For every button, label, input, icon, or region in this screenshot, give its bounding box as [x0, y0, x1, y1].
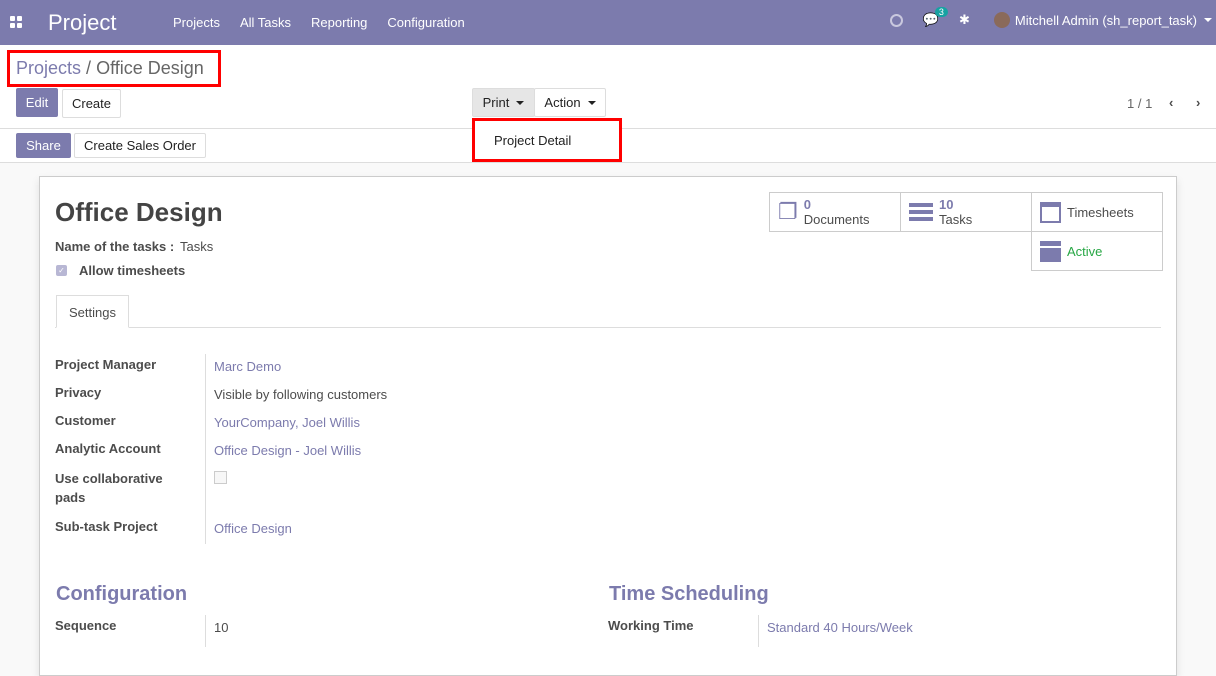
- timesheets-stat-button[interactable]: Timesheets: [1031, 192, 1163, 232]
- avatar: [993, 12, 1010, 28]
- tasks-stat-button[interactable]: 10 Tasks: [900, 192, 1032, 232]
- menu-configuration[interactable]: Configuration: [387, 15, 464, 30]
- top-navbar: Project Projects All Tasks Reporting Con…: [0, 0, 1216, 45]
- project-manager-label: Project Manager: [55, 357, 157, 372]
- collaborative-pads-label: Use collaborative pads: [55, 471, 163, 505]
- privacy-label: Privacy: [55, 385, 102, 400]
- apps-menu-icon[interactable]: [10, 16, 22, 28]
- menu-all-tasks[interactable]: All Tasks: [240, 15, 291, 30]
- caret-down-icon: [587, 100, 596, 105]
- edit-button[interactable]: Edit: [16, 88, 58, 117]
- documents-label: Documents: [803, 212, 870, 227]
- calendar-icon: [1040, 201, 1061, 223]
- sequence-label: Sequence: [55, 618, 117, 633]
- tasks-label: Tasks: [939, 212, 973, 227]
- activity-clock-icon[interactable]: [889, 13, 903, 27]
- privacy-value[interactable]: Visible by following customers: [214, 387, 387, 402]
- customer-label: Customer: [55, 413, 116, 428]
- action-button[interactable]: Action: [534, 88, 606, 117]
- tasks-count: 10: [939, 197, 954, 212]
- active-label: Active: [1067, 243, 1103, 259]
- print-button[interactable]: Print: [472, 88, 535, 117]
- print-label: Print: [482, 95, 510, 110]
- sub-task-project-value[interactable]: Office Design: [214, 521, 292, 536]
- analytic-account-label: Analytic Account: [55, 441, 161, 456]
- allow-timesheets-label: Allow timesheets: [79, 263, 186, 278]
- debug-bug-icon[interactable]: ✱: [959, 12, 970, 28]
- documents-count: 0: [803, 197, 811, 212]
- analytic-account-value[interactable]: Office Design - Joel Willis: [214, 443, 361, 458]
- tab-divider: [55, 327, 1161, 328]
- chevron-down-icon[interactable]: [1204, 18, 1212, 22]
- caret-down-icon: [516, 100, 525, 105]
- time-scheduling-heading: Time Scheduling: [609, 583, 769, 605]
- working-time-label: Working Time: [608, 618, 694, 633]
- create-sales-order-button[interactable]: Create Sales Order: [74, 133, 206, 158]
- field-divider: [205, 354, 206, 544]
- app-title: Project: [48, 10, 117, 35]
- breadcrumb-highlight: [7, 50, 221, 87]
- working-time-value[interactable]: Standard 40 Hours/Week: [767, 620, 913, 635]
- pager-previous-icon[interactable]: ‹: [1169, 95, 1173, 110]
- active-toggle-button[interactable]: Active: [1031, 231, 1163, 271]
- documents-icon: ❐: [778, 199, 798, 224]
- share-button[interactable]: Share: [16, 133, 71, 158]
- project-manager-value[interactable]: Marc Demo: [214, 359, 281, 374]
- field-divider: [205, 615, 206, 647]
- action-label: Action: [544, 95, 581, 110]
- menu-projects[interactable]: Projects: [173, 15, 220, 30]
- customer-value[interactable]: YourCompany, Joel Willis: [214, 415, 360, 430]
- create-button[interactable]: Create: [62, 89, 121, 118]
- print-dropdown-menu: Project Detail: [472, 118, 622, 162]
- form-sheet: Office Design Name of the tasks : Tasks …: [39, 176, 1177, 676]
- timesheets-label: Timesheets: [1067, 204, 1134, 220]
- sequence-value[interactable]: 10: [214, 620, 228, 635]
- user-menu[interactable]: Mitchell Admin (sh_report_task): [1015, 13, 1197, 28]
- tasks-icon: [909, 203, 933, 221]
- tasks-name-label: Name of the tasks :: [55, 239, 175, 254]
- configuration-heading: Configuration: [56, 583, 188, 605]
- collaborative-pads-checkbox[interactable]: [214, 471, 227, 484]
- pager: 1 / 1: [1127, 96, 1153, 111]
- menu-item-project-detail[interactable]: Project Detail: [494, 133, 571, 148]
- field-divider: [758, 615, 759, 647]
- message-count-badge: 3: [934, 7, 948, 17]
- menu-reporting[interactable]: Reporting: [311, 15, 367, 30]
- allow-timesheets-checkbox[interactable]: ✓: [56, 265, 67, 276]
- archive-box-icon: [1040, 240, 1061, 262]
- tab-settings[interactable]: Settings: [56, 295, 129, 328]
- record-title: Office Design: [55, 197, 223, 227]
- messages-icon[interactable]: 💬 3: [923, 7, 948, 28]
- documents-stat-button[interactable]: ❐ 0 Documents: [769, 192, 901, 232]
- sub-task-project-label: Sub-task Project: [55, 519, 158, 534]
- pager-next-icon[interactable]: ›: [1196, 95, 1200, 110]
- tasks-name-value[interactable]: Tasks: [180, 239, 213, 254]
